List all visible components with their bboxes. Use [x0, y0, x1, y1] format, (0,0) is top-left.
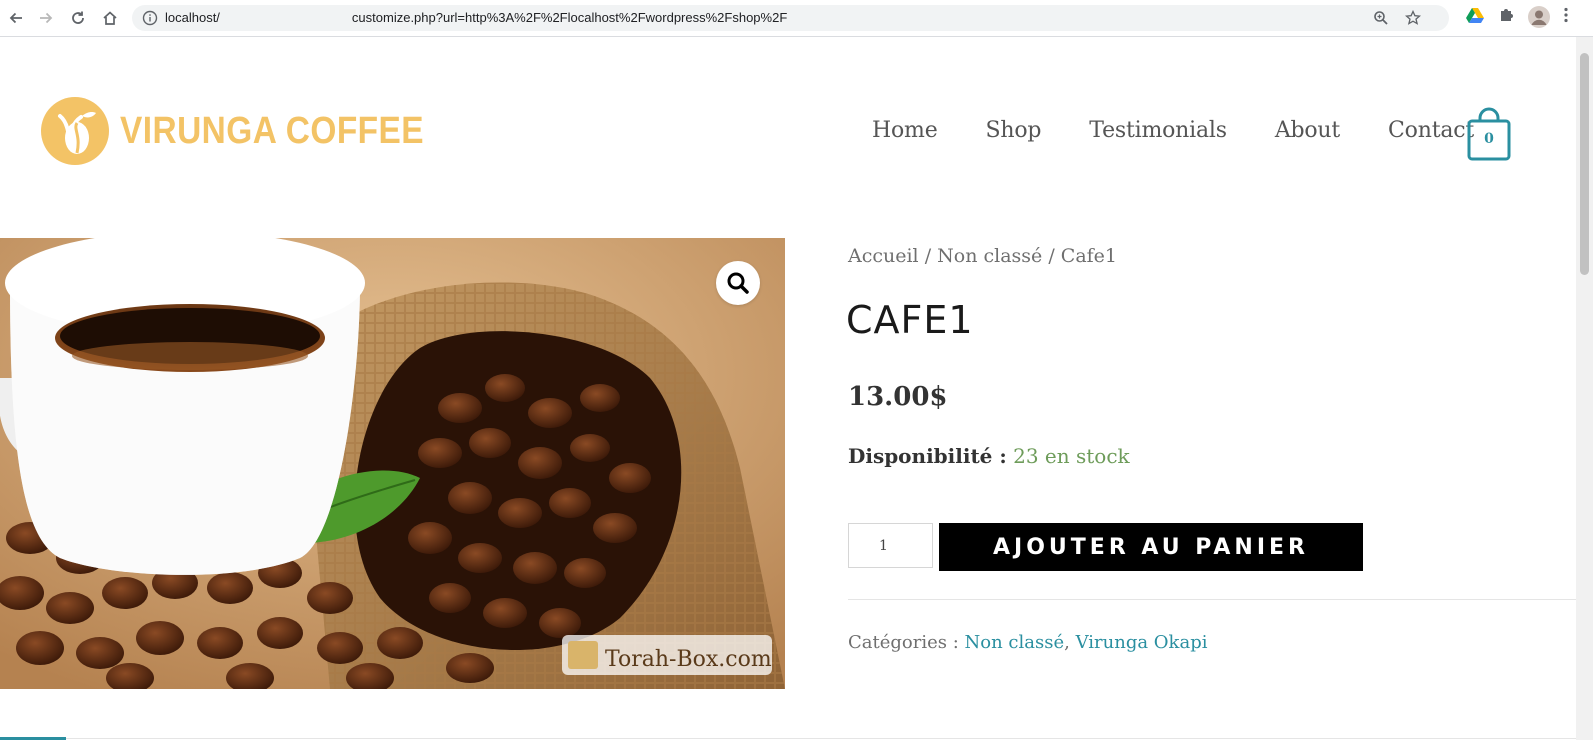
- puzzle-icon[interactable]: [1498, 7, 1514, 27]
- nav-contact[interactable]: Contact: [1388, 118, 1474, 143]
- breadcrumb-separator: /: [924, 245, 938, 267]
- tab-divider: [66, 738, 1576, 739]
- url-suffix: customize.php?url=http%3A%2F%2Flocalhost…: [351, 10, 788, 25]
- avatar[interactable]: [1528, 6, 1550, 32]
- url-redacted: [219, 12, 352, 25]
- site-logo[interactable]: VIRUNGA COFFEE: [40, 96, 466, 166]
- nav-home[interactable]: Home: [872, 118, 938, 143]
- coffee-bean-logo-icon: [41, 97, 109, 165]
- breadcrumb-separator: /: [1048, 245, 1061, 267]
- divider: [848, 599, 1576, 600]
- nav-shop[interactable]: Shop: [986, 118, 1042, 143]
- breadcrumb-home[interactable]: Accueil: [848, 245, 919, 267]
- quantity-input[interactable]: [848, 523, 933, 568]
- nav-about[interactable]: About: [1275, 118, 1340, 143]
- main-navigation: Home Shop Testimonials About Contact: [872, 118, 1474, 143]
- magnifier-icon: [727, 272, 749, 294]
- breadcrumb-current: Cafe1: [1060, 245, 1118, 267]
- nav-testimonials[interactable]: Testimonials: [1089, 118, 1227, 143]
- breadcrumb-category[interactable]: Non classé: [937, 245, 1042, 267]
- star-icon[interactable]: [1404, 9, 1422, 30]
- home-button[interactable]: [98, 6, 122, 30]
- categories-label: Catégories :: [848, 632, 959, 653]
- page-scrollbar[interactable]: [1576, 37, 1593, 740]
- category-separator: ,: [1064, 632, 1076, 653]
- zoom-icon[interactable]: [1373, 10, 1389, 30]
- url-prefix: localhost/: [165, 10, 220, 25]
- availability-label: Disponibilité :: [848, 444, 1007, 468]
- product-title: CAFE1: [846, 298, 974, 342]
- drive-icon[interactable]: [1466, 7, 1484, 27]
- info-icon[interactable]: [142, 10, 158, 30]
- watermark-text: Torah-Box.com: [605, 647, 772, 672]
- availability: Disponibilité : 23 en stock: [848, 444, 1130, 468]
- reload-icon: [72, 11, 84, 24]
- category-link-virunga-okapi[interactable]: Virunga Okapi: [1076, 632, 1208, 653]
- product-image[interactable]: Torah-Box.com: [0, 238, 785, 689]
- category-link-non-classe[interactable]: Non classé: [965, 632, 1065, 653]
- watermark: Torah-Box.com: [562, 635, 772, 675]
- back-arrow-icon: [9, 12, 22, 24]
- address-bar[interactable]: localhost/customize.php?url=http%3A%2F%2…: [132, 5, 1449, 31]
- product-categories: Catégories : Non classé, Virunga Okapi: [848, 632, 1207, 653]
- home-icon: [103, 11, 117, 25]
- forward-button[interactable]: [34, 6, 58, 30]
- image-zoom-button[interactable]: [716, 261, 760, 305]
- availability-value: 23 en stock: [1013, 444, 1130, 468]
- forward-arrow-icon: [40, 12, 53, 24]
- cart-count: 0: [1484, 131, 1494, 147]
- logo-text: VIRUNGA COFFEE: [120, 109, 425, 152]
- scrollbar-thumb[interactable]: [1580, 53, 1589, 275]
- coffee-photo: Torah-Box.com: [0, 238, 785, 689]
- breadcrumb: Accueil / Non classé / Cafe1: [848, 245, 1117, 267]
- browser-toolbar: localhost/customize.php?url=http%3A%2F%2…: [0, 0, 1593, 37]
- reload-button[interactable]: [66, 6, 90, 30]
- cart-button[interactable]: 0: [1467, 106, 1511, 161]
- more-icon[interactable]: [1563, 7, 1569, 27]
- product-price: 13.00$: [848, 382, 948, 412]
- back-button[interactable]: [4, 6, 28, 30]
- url-text: localhost/customize.php?url=http%3A%2F%2…: [165, 10, 787, 25]
- add-to-cart-button[interactable]: AJOUTER AU PANIER: [939, 523, 1363, 571]
